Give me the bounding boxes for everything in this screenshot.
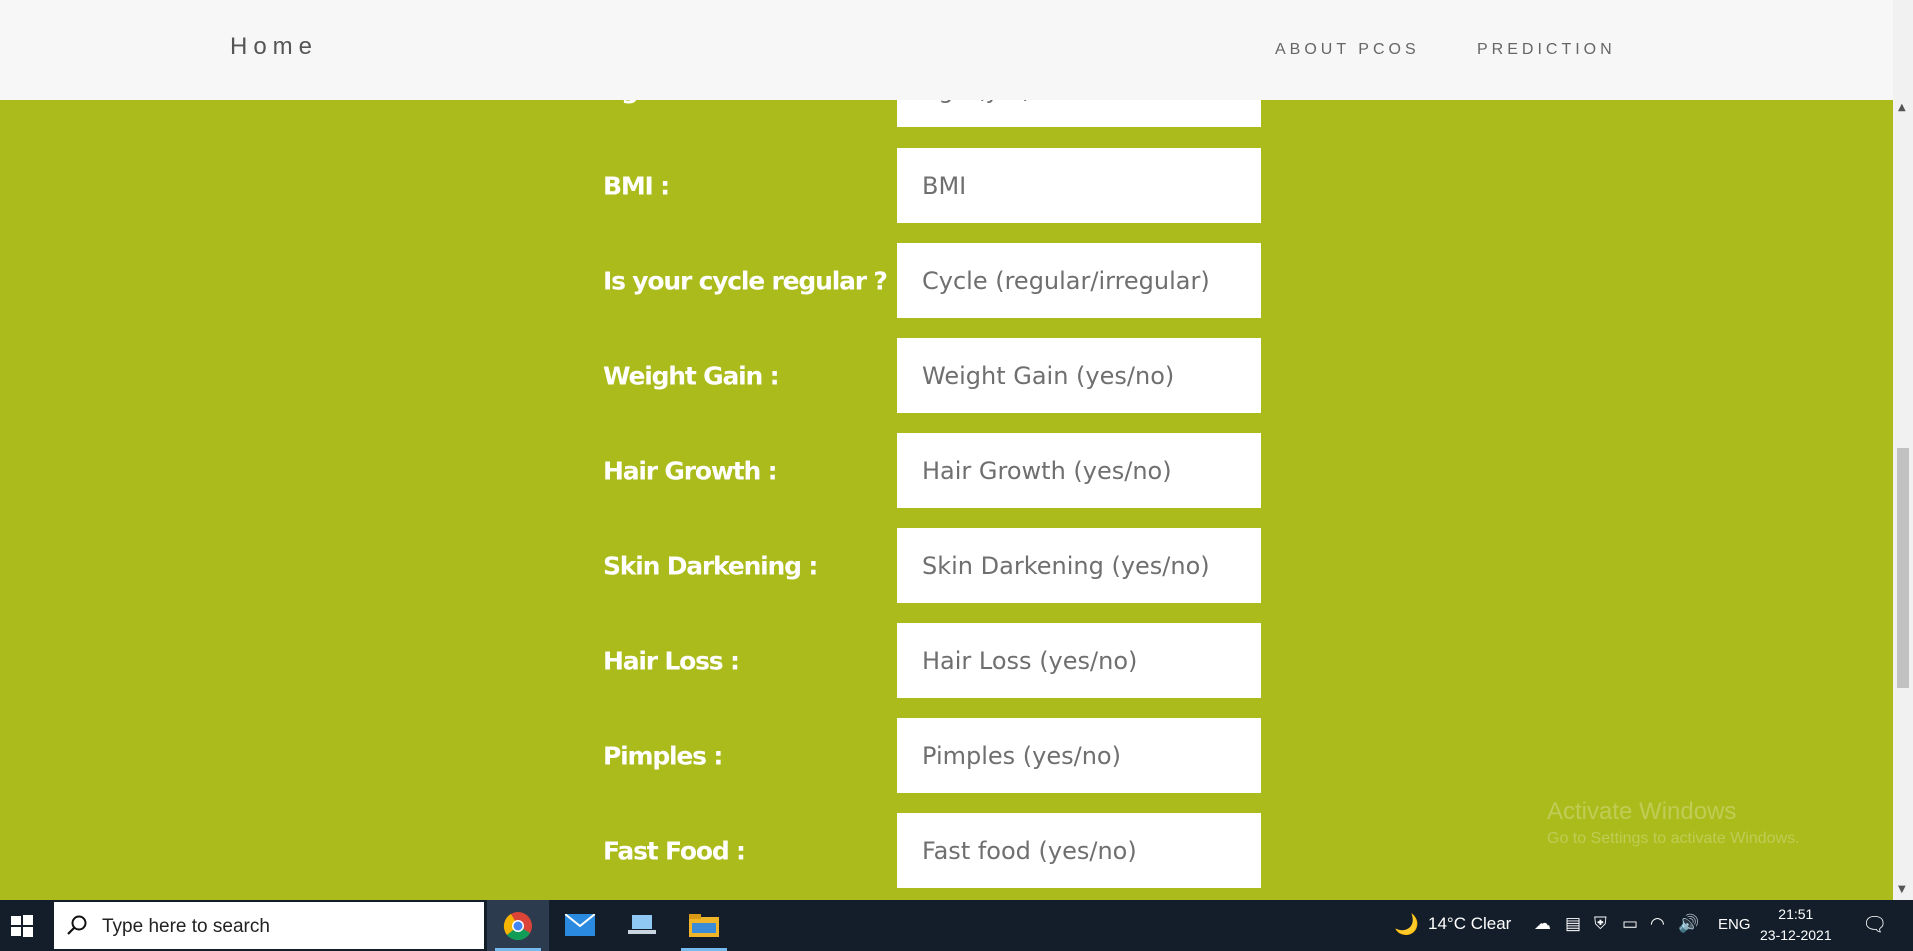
- search-placeholder: Type here to search: [102, 916, 270, 937]
- weight-gain-input[interactable]: [897, 338, 1261, 413]
- taskbar: Type here to search 🌙 14°C Clear ☁ ▤ ⛨ ▭…: [0, 900, 1913, 951]
- cycle-label: Is your cycle regular ? :: [603, 266, 904, 295]
- form-row-hair-growth: Hair Growth :: [603, 433, 1263, 508]
- taskbar-laptop-app[interactable]: [611, 900, 673, 951]
- fast-food-input[interactable]: [897, 813, 1261, 888]
- hair-loss-label: Hair Loss :: [603, 646, 740, 675]
- hair-growth-label: Hair Growth :: [603, 456, 778, 485]
- battery-icon[interactable]: ▭: [1622, 914, 1638, 934]
- form-row-pimples: Pimples :: [603, 718, 1263, 793]
- nav-about-pcos-link[interactable]: ABOUT PCOS: [1275, 41, 1420, 59]
- form-row-hair-loss: Hair Loss :: [603, 623, 1263, 698]
- fast-food-label: Fast Food :: [603, 836, 746, 865]
- windows-start-icon[interactable]: [10, 914, 34, 938]
- form-row-weight-gain: Weight Gain :: [603, 338, 1263, 413]
- scroll-down-arrow-icon[interactable]: ▼: [1898, 884, 1906, 895]
- search-icon: [66, 914, 88, 942]
- mail-icon: [565, 914, 595, 936]
- navbar: Home ABOUT PCOS PREDICTION: [0, 0, 1893, 100]
- pimples-label: Pimples :: [603, 741, 723, 770]
- clock-date: 23-12-2021: [1760, 927, 1832, 943]
- vertical-scrollbar[interactable]: ▲ ▼: [1893, 0, 1913, 900]
- cycle-input[interactable]: [897, 243, 1261, 318]
- file-explorer-icon: [689, 914, 719, 937]
- language-indicator[interactable]: ENG: [1718, 916, 1751, 933]
- notification-icon[interactable]: 🗨: [1862, 912, 1887, 937]
- app-tray-icon[interactable]: ▤: [1565, 914, 1581, 934]
- bmi-label: BMI :: [603, 171, 670, 200]
- hair-loss-input[interactable]: [897, 623, 1261, 698]
- shield-icon[interactable]: ⛨: [1594, 914, 1607, 934]
- nav-prediction-link[interactable]: PREDICTION: [1477, 41, 1616, 59]
- hair-growth-input[interactable]: [897, 433, 1261, 508]
- bmi-input[interactable]: [897, 148, 1261, 223]
- skin-darkening-label: Skin Darkening :: [603, 551, 818, 580]
- form-row-skin-darkening: Skin Darkening :: [603, 528, 1263, 603]
- taskbar-search-box[interactable]: Type here to search: [54, 902, 484, 949]
- pimples-input[interactable]: [897, 718, 1261, 793]
- wifi-icon[interactable]: ◠: [1650, 914, 1665, 934]
- form-row-fast-food: Fast Food :: [603, 813, 1263, 888]
- taskbar-mail[interactable]: [549, 900, 611, 951]
- taskbar-file-explorer[interactable]: [673, 900, 735, 951]
- weather-text[interactable]: 14°C Clear: [1428, 914, 1511, 934]
- clock[interactable]: 21:51 23-12-2021: [1760, 904, 1832, 946]
- watermark-subtitle: Go to Settings to activate Windows.: [1547, 830, 1800, 847]
- weight-gain-label: Weight Gain :: [603, 361, 780, 390]
- speaker-icon[interactable]: 🔊: [1678, 914, 1699, 934]
- watermark-title: Activate Windows: [1547, 798, 1737, 825]
- clock-time: 21:51: [1778, 906, 1814, 922]
- cloud-icon[interactable]: ☁: [1534, 914, 1551, 934]
- moon-icon: 🌙: [1394, 914, 1419, 936]
- activate-windows-watermark: Activate Windows Go to Settings to activ…: [1547, 798, 1800, 848]
- form-row-bmi: BMI :: [603, 148, 1263, 223]
- chrome-icon: [503, 912, 532, 941]
- taskbar-chrome[interactable]: [487, 900, 549, 951]
- laptop-icon: [628, 915, 656, 934]
- scroll-thumb[interactable]: [1897, 448, 1909, 688]
- skin-darkening-input[interactable]: [897, 528, 1261, 603]
- form-row-cycle: Is your cycle regular ? :: [603, 243, 1263, 318]
- page: Age : BMI : Is your cycle regular ? : We…: [0, 0, 1893, 900]
- scroll-up-arrow-icon[interactable]: ▲: [1898, 102, 1906, 113]
- brand-home-link[interactable]: Home: [230, 33, 318, 61]
